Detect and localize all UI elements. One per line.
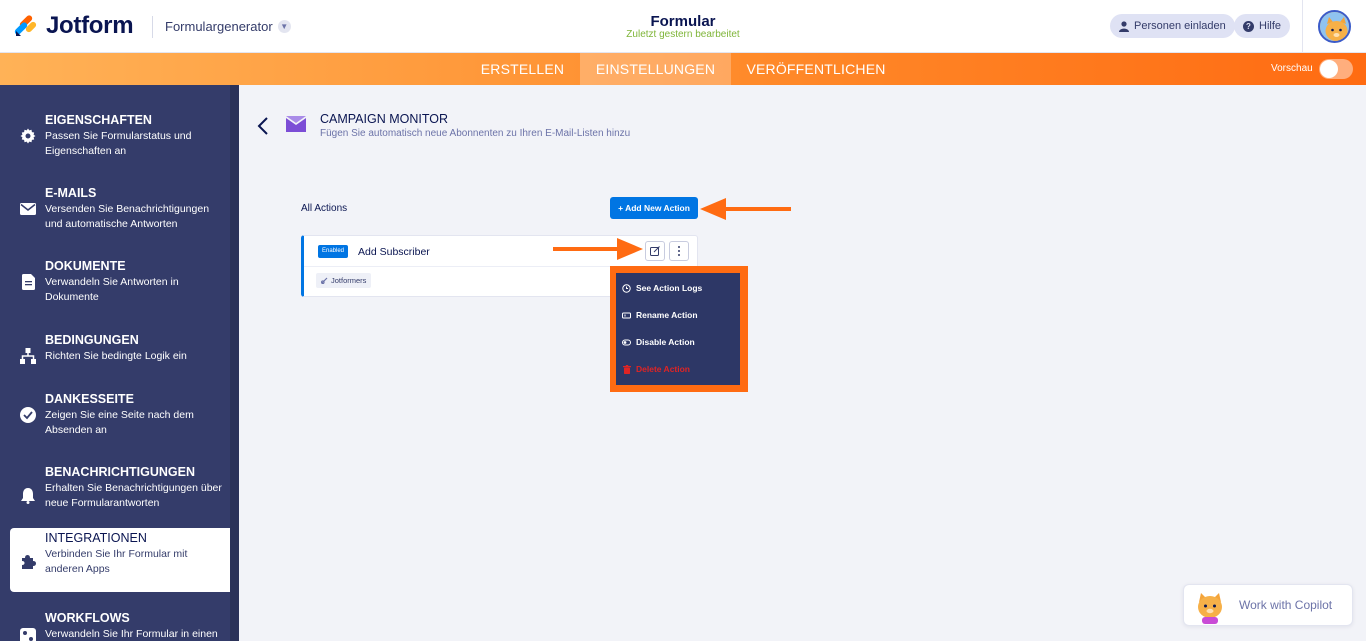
more-dot <box>678 246 680 248</box>
sidebar-item-properties[interactable]: EIGENSCHAFTEN Passen Sie Formularstatus … <box>10 110 230 174</box>
more-dot <box>678 254 680 256</box>
menu-item-disable[interactable]: Disable Action <box>622 335 695 349</box>
sidebar-item-workflows[interactable]: WORKFLOWS Verwandeln Sie Ihr Formular in… <box>10 608 230 641</box>
sidebar-item-documents[interactable]: DOKUMENTE Verwandeln Sie Antworten in Do… <box>10 256 230 320</box>
all-actions-label: All Actions <box>301 203 348 214</box>
puzzle-icon <box>19 553 37 571</box>
help-label: Hilfe <box>1259 20 1282 32</box>
logo-text: Jotform <box>46 12 134 39</box>
app-switcher[interactable]: Formulargenerator ▼ <box>165 19 291 34</box>
menu-item-delete[interactable]: Delete Action <box>622 362 690 376</box>
top-header: Jotform Formulargenerator ▼ Formular Zul… <box>0 0 1366 53</box>
action-name: Add Subscriber <box>358 246 430 258</box>
sidebar-item-emails[interactable]: E-MAILS Versenden Sie Benachrichtigungen… <box>10 183 230 247</box>
edit-icon <box>650 246 660 256</box>
status-badge: Enabled <box>318 245 349 258</box>
sidebar-scrollbar[interactable] <box>230 85 239 641</box>
builder-nav: ERSTELLEN EINSTELLUNGEN VERÖFFENTLICHEN … <box>0 53 1366 85</box>
avatar[interactable] <box>1318 10 1351 43</box>
sidebar-item-notifications[interactable]: BENACHRICHTIGUNGEN Erhalten Sie Benachri… <box>10 462 230 526</box>
header-divider-right <box>1302 0 1303 53</box>
menu-item-label: Delete Action <box>636 364 691 374</box>
hierarchy-icon <box>19 347 37 365</box>
menu-item-rename[interactable]: Rename Action <box>622 308 698 322</box>
history-icon <box>622 283 631 293</box>
toggle-knob <box>1320 60 1338 78</box>
sidebar-item-title: BENACHRICHTIGUNGEN <box>45 465 195 479</box>
jotform-logo[interactable]: Jotform <box>14 12 134 40</box>
menu-item-label: See Action Logs <box>636 283 703 293</box>
envelope-icon <box>19 200 37 218</box>
sidebar-item-title: INTEGRATIONEN <box>45 531 147 545</box>
help-button[interactable]: ? Hilfe <box>1234 14 1291 38</box>
preview-toggle[interactable] <box>1319 59 1353 79</box>
integration-subtitle: Fügen Sie automatisch neue Abonnenten zu… <box>320 128 631 139</box>
document-icon <box>19 273 37 291</box>
action-dropdown-menu: See Action Logs Rename Action Disable Ac… <box>616 273 740 385</box>
copilot-label: Work with Copilot <box>1239 598 1333 612</box>
tab-publish[interactable]: VERÖFFENTLICHEN <box>741 53 891 85</box>
sidebar-item-desc: Verwandeln Sie Ihr Formular in einen <box>45 628 218 640</box>
menu-item-see-logs[interactable]: See Action Logs <box>622 281 702 295</box>
header-divider <box>152 16 153 38</box>
back-arrow-icon[interactable] <box>256 116 270 136</box>
menu-item-label: Rename Action <box>636 310 698 320</box>
sidebar-item-desc: Versenden Sie Benachrichtigungen und aut… <box>45 203 210 230</box>
tab-settings[interactable]: EINSTELLUNGEN <box>580 53 731 85</box>
user-icon <box>1119 20 1129 32</box>
preview-label: Vorschau <box>1271 63 1313 74</box>
check-circle-icon <box>19 406 37 424</box>
workflow-icon <box>19 627 37 641</box>
link-icon <box>321 277 328 284</box>
sidebar-item-desc: Verwandeln Sie Antworten in Dokumente <box>45 276 179 303</box>
invite-people-label: Personen einladen <box>1134 20 1226 32</box>
list-tag-label: Jotformers <box>331 276 367 285</box>
last-edited-status: Zuletzt gestern bearbeitet <box>626 29 740 40</box>
chevron-down-icon: ▼ <box>277 20 291 33</box>
sidebar-item-title: EIGENSCHAFTEN <box>45 113 152 127</box>
sidebar-item-title: DANKESSEITE <box>45 392 134 406</box>
sidebar-item-desc: Richten Sie bedingte Logik ein <box>45 350 187 362</box>
annotation-arrow-icon <box>700 198 791 220</box>
sidebar-item-desc: Verbinden Sie Ihr Formular mit anderen A… <box>45 548 188 575</box>
copilot-button[interactable]: Work with Copilot <box>1183 584 1353 626</box>
form-title[interactable]: Formular <box>583 13 783 30</box>
sidebar-item-desc: Erhalten Sie Benachrichtigungen über neu… <box>45 482 222 509</box>
help-icon: ? <box>1243 20 1254 32</box>
rename-icon <box>622 311 631 320</box>
copilot-cat-icon <box>1198 593 1222 624</box>
campaign-monitor-logo-icon <box>286 116 306 132</box>
add-new-action-button[interactable]: + Add New Action <box>610 197 698 219</box>
more-options-button[interactable] <box>669 241 689 261</box>
bell-icon <box>19 487 37 505</box>
more-dot <box>678 250 680 252</box>
sidebar-item-conditions[interactable]: BEDINGUNGEN Richten Sie bedingte Logik e… <box>10 330 230 394</box>
edit-action-button[interactable] <box>645 241 665 261</box>
trash-icon <box>622 364 631 374</box>
annotation-arrow-icon <box>553 238 643 260</box>
app-switcher-label: Formulargenerator <box>165 19 273 34</box>
sidebar-item-desc: Passen Sie Formularstatus und Eigenschaf… <box>45 130 192 157</box>
sidebar-item-thankyou-page[interactable]: DANKESSEITE Zeigen Sie eine Seite nach d… <box>10 389 230 453</box>
gear-icon <box>19 127 37 145</box>
sidebar-item-title: BEDINGUNGEN <box>45 333 139 347</box>
sidebar-item-integrations[interactable]: INTEGRATIONEN Verbinden Sie Ihr Formular… <box>10 528 230 592</box>
avatar-cat-icon <box>1320 12 1349 41</box>
sidebar-item-desc: Zeigen Sie eine Seite nach dem Absenden … <box>45 409 194 436</box>
tab-build[interactable]: ERSTELLEN <box>475 53 570 85</box>
menu-item-label: Disable Action <box>636 337 695 347</box>
sidebar-item-title: WORKFLOWS <box>45 611 130 625</box>
list-tag: Jotformers <box>316 273 372 288</box>
invite-people-button[interactable]: Personen einladen <box>1110 14 1235 38</box>
settings-sidebar: EIGENSCHAFTEN Passen Sie Formularstatus … <box>0 85 239 641</box>
sidebar-item-title: E-MAILS <box>45 186 97 200</box>
disable-icon <box>622 338 631 347</box>
integration-title: CAMPAIGN MONITOR <box>320 112 449 126</box>
jotform-logo-icon <box>14 15 37 36</box>
sidebar-item-title: DOKUMENTE <box>45 259 126 273</box>
